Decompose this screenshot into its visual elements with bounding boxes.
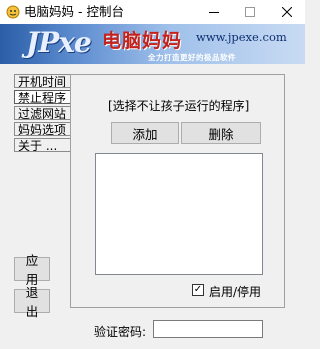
checkmark-icon: ✓	[193, 284, 203, 295]
enable-label: 启用/停用	[209, 285, 262, 299]
brand-name: 电脑妈妈	[102, 30, 183, 52]
delete-button[interactable]: 删除	[181, 122, 261, 144]
close-button[interactable]	[269, 0, 305, 24]
minimize-button[interactable]	[196, 0, 232, 24]
close-icon	[282, 7, 292, 17]
banner: JPxe 电脑妈妈 www.jpexe.com 全力打造更好的极品软件	[0, 24, 305, 64]
minimize-icon	[209, 12, 219, 13]
maximize-button[interactable]	[232, 0, 268, 24]
nav-tab-blocked-programs[interactable]: 禁止程序	[14, 90, 70, 104]
apply-button[interactable]: 应用	[14, 253, 50, 287]
website-url: www.jpexe.com	[196, 30, 287, 44]
nav-tab-mom-options[interactable]: 妈妈选项	[14, 122, 70, 136]
password-input[interactable]	[153, 320, 263, 338]
title-bar: 电脑妈妈 - 控制台	[0, 0, 305, 24]
app-icon	[6, 5, 20, 19]
panel-hint: [选择不让孩子运行的程序]	[108, 99, 250, 113]
window-title: 电脑妈妈 - 控制台	[24, 4, 124, 19]
logo: JPxe	[26, 26, 92, 59]
add-button[interactable]: 添加	[111, 122, 179, 144]
maximize-icon	[245, 7, 255, 17]
slogan: 全力打造更好的极品软件	[148, 53, 236, 62]
nav-tab-boot-time[interactable]: 开机时间	[14, 74, 70, 88]
exit-button[interactable]: 退出	[14, 285, 50, 319]
password-label: 验证密码:	[94, 325, 147, 339]
nav-tab-website-filter[interactable]: 过滤网站	[14, 106, 70, 120]
nav-tab-about[interactable]: 关于 ...	[14, 138, 70, 152]
enable-checkbox[interactable]: ✓	[192, 284, 204, 296]
program-list[interactable]	[95, 153, 263, 275]
